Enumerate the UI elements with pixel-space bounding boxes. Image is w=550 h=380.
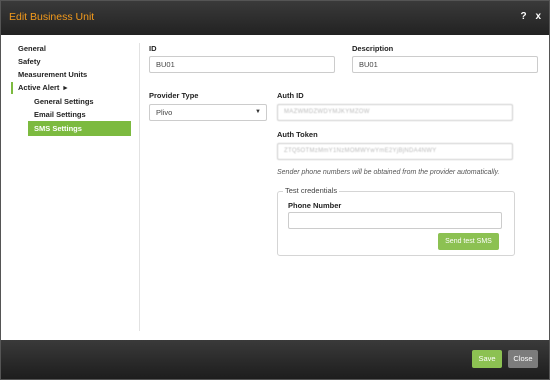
provider-type-select[interactable]: Plivo ▼: [149, 104, 267, 121]
description-field[interactable]: BU01: [352, 56, 538, 73]
dialog-title: Edit Business Unit: [9, 11, 95, 23]
close-icon[interactable]: x: [535, 11, 541, 22]
dialog-titlebar: Edit Business Unit ? x: [1, 1, 549, 35]
id-label: ID: [149, 44, 157, 53]
provider-type-value: Plivo: [156, 108, 173, 117]
provider-type-label: Provider Type: [149, 91, 199, 100]
auth-token-label: Auth Token: [277, 130, 318, 139]
expand-arrow-icon: ▸: [63, 83, 68, 92]
dropdown-caret-icon: ▼: [255, 109, 261, 115]
phone-number-input[interactable]: [288, 212, 502, 229]
sidebar-item-label: Active Alert: [18, 83, 60, 92]
sidebar-item-email-settings[interactable]: Email Settings: [34, 110, 86, 119]
id-field[interactable]: BU01: [149, 56, 335, 73]
sidebar-item-safety[interactable]: Safety: [18, 57, 41, 66]
sidebar-item-general[interactable]: General: [18, 44, 46, 53]
sidebar-item-measurement-units[interactable]: Measurement Units: [18, 70, 87, 79]
dialog-footer: [1, 340, 549, 379]
auth-id-field[interactable]: MAZWMDZWDYMJKYMZOW: [277, 104, 513, 121]
close-button[interactable]: Close: [508, 350, 538, 368]
titlebar-icons: ? x: [515, 11, 541, 22]
test-credentials-legend: Test credentials: [283, 186, 340, 195]
provider-note: Sender phone numbers will be obtained fr…: [277, 169, 500, 176]
help-icon[interactable]: ?: [521, 11, 527, 22]
auth-token-field[interactable]: ZTQ5OTMzMmY1NzMOMWYwYmE2YjBjNDA4NWY: [277, 143, 513, 160]
edit-business-unit-dialog: Edit Business Unit ? x General Safety Me…: [0, 0, 550, 380]
sidebar-item-active-alert[interactable]: Active Alert ▸: [11, 82, 67, 94]
auth-id-label: Auth ID: [277, 91, 304, 100]
save-button[interactable]: Save: [472, 350, 502, 368]
sidebar-item-general-settings[interactable]: General Settings: [34, 97, 94, 106]
phone-number-label: Phone Number: [288, 201, 342, 210]
send-test-sms-button[interactable]: Send test SMS: [438, 233, 499, 250]
description-label: Description: [352, 44, 394, 53]
sidebar-item-sms-settings[interactable]: SMS Settings: [28, 121, 131, 136]
